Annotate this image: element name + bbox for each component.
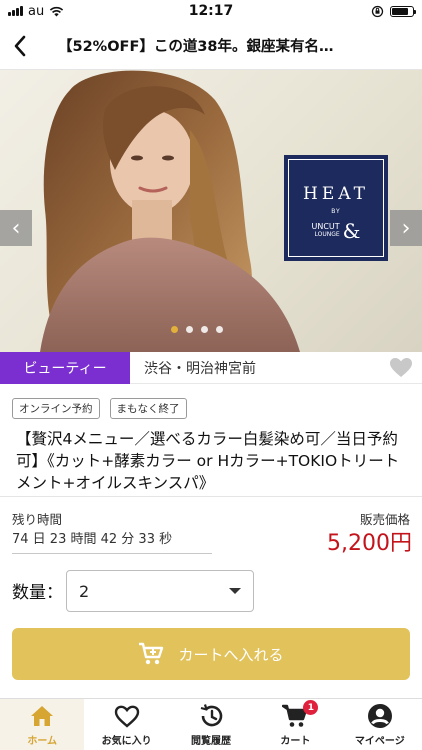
slide-dot[interactable] xyxy=(201,326,208,333)
divider xyxy=(0,496,422,497)
add-to-cart-label: カートへ入れる xyxy=(178,645,284,664)
page-title: 【52%OFF】この道38年。銀座某有名… xyxy=(58,39,334,55)
carrier-label: au xyxy=(28,3,45,19)
tag-list: オンライン予約 まもなく終了 xyxy=(12,398,187,419)
user-icon xyxy=(367,704,392,728)
product-title: 【贅沢4メニュー／選べるカラー白髪染め可／当日予約可】《カット+酵素カラー or… xyxy=(16,430,400,492)
nav-bar: 【52%OFF】この道38年。銀座某有名… xyxy=(0,22,422,70)
tag-ending-soon: まもなく終了 xyxy=(109,398,187,419)
category-row: ビューティー 渋谷・明治神宮前 xyxy=(0,351,422,384)
tab-cart-label: カート xyxy=(280,736,311,747)
orientation-lock-icon xyxy=(371,5,384,17)
tab-favorites[interactable]: お気に入り xyxy=(84,699,168,750)
category-badge[interactable]: ビューティー xyxy=(0,351,130,384)
status-time: 12:17 xyxy=(188,3,234,19)
chevron-right-icon: › xyxy=(401,215,411,241)
next-slide-button[interactable]: › xyxy=(390,210,422,246)
status-left: au xyxy=(8,4,158,19)
history-icon xyxy=(200,704,223,727)
battery-icon xyxy=(390,5,416,17)
slide-indicator xyxy=(171,326,223,333)
tab-mypage-label: マイページ xyxy=(354,736,405,747)
wifi-icon xyxy=(50,6,64,16)
quantity-label: 数量： xyxy=(12,583,63,603)
favorite-button[interactable] xyxy=(380,357,422,378)
tab-history-label: 閲覧履歴 xyxy=(191,736,232,747)
chevron-left-icon: ‹ xyxy=(11,215,21,241)
cart-icon xyxy=(139,642,164,665)
brand-logo: HEAT BY UNCUT LOUNGE & xyxy=(284,155,388,261)
prev-slide-button[interactable]: ‹ xyxy=(0,210,32,246)
remaining-time-value: 74 日 23 時間 42 分 33 秒 xyxy=(12,528,212,554)
tab-bar: ホーム お気に入り 閲覧履歴 1 カート マイページ xyxy=(0,698,422,750)
signal-icon xyxy=(8,6,23,16)
chevron-down-icon xyxy=(229,588,241,594)
status-right xyxy=(264,5,416,18)
heart-icon xyxy=(390,358,412,377)
slide-dot[interactable] xyxy=(171,326,178,333)
tab-home-label: ホーム xyxy=(27,736,58,747)
cart-count-badge: 1 xyxy=(303,700,319,715)
tab-history[interactable]: 閲覧履歴 xyxy=(169,699,253,750)
price-value: 5,200円 xyxy=(327,531,412,556)
product-image-slider[interactable]: HEAT BY UNCUT LOUNGE & ‹ › xyxy=(0,70,422,352)
tab-home[interactable]: ホーム xyxy=(0,699,85,750)
tag-online-booking: オンライン予約 xyxy=(12,398,100,419)
area-label: 渋谷・明治神宮前 xyxy=(144,360,256,377)
slide-dot[interactable] xyxy=(186,326,193,333)
chevron-left-icon xyxy=(14,35,26,56)
add-to-cart-button[interactable]: カートへ入れる xyxy=(12,628,410,680)
remaining-time-label: 残り時間 xyxy=(12,512,63,527)
heart-outline-icon xyxy=(114,705,139,728)
slide-dot[interactable] xyxy=(216,326,223,333)
tab-mypage[interactable]: マイページ xyxy=(338,699,422,750)
tab-favorites-label: お気に入り xyxy=(101,736,152,747)
tab-cart[interactable]: 1 カート xyxy=(253,699,337,750)
back-button[interactable] xyxy=(0,22,40,70)
quantity-select[interactable]: 2 xyxy=(66,570,254,612)
quantity-value: 2 xyxy=(79,581,90,601)
home-icon xyxy=(31,706,54,726)
status-bar: au 12:17 xyxy=(0,0,422,22)
